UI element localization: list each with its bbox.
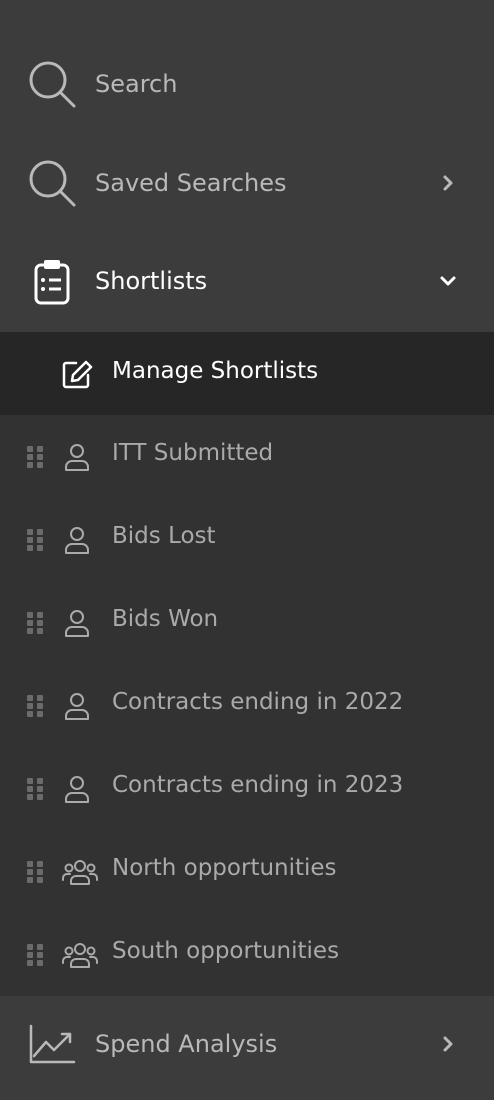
shortlist-item-label: ITT Submitted	[112, 440, 274, 466]
nav-item-shortlists[interactable]: Shortlists	[0, 239, 494, 323]
shortlist-item-label: North opportunities	[112, 855, 337, 881]
drag-handle-icon[interactable]	[26, 777, 44, 801]
nav-item-label: Search	[95, 70, 178, 98]
drag-handle-icon[interactable]	[26, 860, 44, 884]
users-icon	[62, 943, 98, 968]
chevron-right-icon	[443, 1036, 453, 1052]
nav-item-spend-analysis[interactable]: Spend Analysis	[0, 1002, 494, 1086]
drag-handle-icon[interactable]	[26, 528, 44, 552]
chevron-down-icon	[440, 276, 456, 286]
nav-item-saved-searches[interactable]: Saved Searches	[0, 141, 494, 225]
shortlist-item-label: Bids Won	[112, 606, 219, 632]
search-icon	[29, 61, 76, 108]
user-icon	[65, 693, 89, 720]
shortlist-item[interactable]: South opportunities	[0, 913, 494, 996]
shortlist-item[interactable]: North opportunities	[0, 830, 494, 913]
shortlist-item[interactable]: ITT Submitted	[0, 415, 494, 498]
shortlist-item-label: Bids Lost	[112, 523, 216, 549]
nav-item-label: Manage Shortlists	[112, 358, 319, 384]
sidebar-nav: Search Saved Searches Shortlists Manage …	[0, 0, 494, 1100]
nav-item-label: Saved Searches	[95, 169, 287, 197]
drag-handle-icon[interactable]	[26, 694, 44, 718]
shortlist-list: ITT Submitted Bids Lost Bids Won Contrac…	[0, 415, 494, 996]
nav-item-search[interactable]: Search	[0, 42, 494, 126]
shortlist-item-label: Contracts ending in 2022	[112, 689, 404, 715]
user-icon	[65, 444, 89, 471]
shortlist-item[interactable]: Bids Lost	[0, 498, 494, 581]
shortlist-item-label: South opportunities	[112, 938, 340, 964]
nav-item-manage-shortlists[interactable]: Manage Shortlists	[0, 332, 494, 415]
shortlist-item[interactable]: Contracts ending in 2022	[0, 664, 494, 747]
user-icon	[65, 776, 89, 803]
drag-handle-icon[interactable]	[26, 611, 44, 635]
shortlist-item-label: Contracts ending in 2023	[112, 772, 404, 798]
user-icon	[65, 610, 89, 637]
shortlist-item[interactable]: Contracts ending in 2023	[0, 747, 494, 830]
edit-icon	[62, 360, 93, 389]
nav-item-label: Spend Analysis	[95, 1030, 278, 1058]
drag-handle-icon[interactable]	[26, 445, 44, 469]
drag-handle-icon[interactable]	[26, 943, 44, 967]
search-icon	[29, 160, 76, 207]
user-icon	[65, 527, 89, 554]
chevron-right-icon	[443, 175, 453, 191]
clipboard-list-icon	[34, 260, 70, 305]
shortlist-item[interactable]: Bids Won	[0, 581, 494, 664]
trending-chart-icon	[29, 1024, 76, 1064]
nav-item-label: Shortlists	[95, 267, 208, 295]
users-icon	[62, 860, 98, 885]
